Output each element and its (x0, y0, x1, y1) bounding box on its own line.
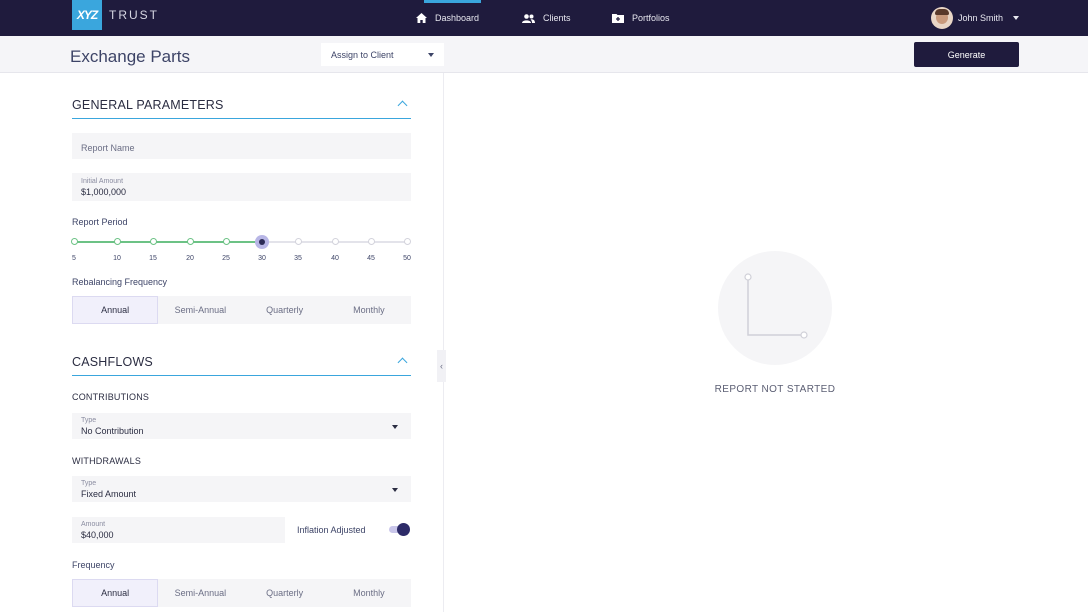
chevron-down-icon (428, 53, 434, 57)
inflation-adjusted-label: Inflation Adjusted (297, 525, 366, 535)
frequency-option-monthly[interactable]: Monthly (327, 579, 411, 607)
slider-thumb[interactable] (255, 235, 269, 249)
chevron-down-icon (1013, 16, 1020, 20)
section-divider (72, 118, 411, 119)
rebalancing-option-monthly[interactable]: Monthly (327, 296, 411, 324)
general-parameters-title: GENERAL PARAMETERS (72, 98, 224, 112)
slider-tick[interactable] (114, 238, 121, 245)
withdrawals-label: WITHDRAWALS (72, 456, 142, 466)
empty-chart-illustration (718, 251, 832, 365)
slider-tick-label: 30 (258, 255, 266, 262)
slider-tick[interactable] (332, 238, 339, 245)
rebalancing-option-semi-annual[interactable]: Semi-Annual (158, 296, 242, 324)
slider-tick-label: 25 (222, 255, 230, 262)
report-status-text: REPORT NOT STARTED (714, 384, 836, 395)
logo-mark: XYZ (72, 0, 102, 30)
withdrawal-type-select[interactable]: Type Fixed Amount (72, 476, 411, 502)
home-icon (416, 13, 427, 23)
logo-text: TRUST (109, 8, 159, 22)
chevron-left-icon: ‹ (440, 361, 443, 371)
slider-tick[interactable] (295, 238, 302, 245)
nav-item-clients[interactable]: Clients (522, 0, 571, 36)
frequency-option-quarterly[interactable]: Quarterly (243, 579, 327, 607)
nav-label-portfolios: Portfolios (632, 13, 670, 23)
slider-tick-label: 10 (113, 255, 121, 262)
frequency-option-annual[interactable]: Annual (72, 579, 159, 607)
initial-amount-label: Initial Amount (81, 178, 124, 185)
frequency-option-semi-annual[interactable]: Semi-Annual (158, 579, 242, 607)
slider-tick[interactable] (404, 238, 411, 245)
empty-chart-icon (744, 273, 808, 339)
slider-tick[interactable] (368, 238, 375, 245)
slider-tick[interactable] (150, 238, 157, 245)
amount-value: $40,000 (81, 530, 114, 540)
nav-item-portfolios[interactable]: Portfolios (612, 0, 670, 36)
nav-item-dashboard[interactable]: Dashboard (416, 0, 479, 36)
withdrawal-type-label: Type (81, 480, 97, 487)
slider-tick-label: 40 (331, 255, 339, 262)
rebalancing-option-quarterly[interactable]: Quarterly (243, 296, 327, 324)
generate-button[interactable]: Generate (914, 42, 1019, 67)
toggle-knob (397, 523, 410, 536)
chevron-down-icon (392, 488, 398, 492)
contribution-type-label: Type (81, 417, 97, 424)
report-period-label: Report Period (72, 217, 128, 227)
chevron-down-icon (392, 425, 398, 429)
initial-amount-input[interactable]: Initial Amount $1,000,000 (72, 173, 411, 201)
assign-label: Assign to Client (331, 49, 394, 60)
rebalancing-option-annual[interactable]: Annual (72, 296, 159, 324)
contribution-type-select[interactable]: Type No Contribution (72, 413, 411, 439)
section-divider (72, 375, 411, 376)
rebalancing-frequency-label: Rebalancing Frequency (72, 277, 168, 287)
slider-tick-label: 15 (149, 255, 157, 262)
nav-label-dashboard: Dashboard (435, 13, 480, 23)
contributions-label: CONTRIBUTIONS (72, 392, 150, 402)
cashflows-title: CASHFLOWS (72, 355, 153, 369)
assign-to-client-dropdown[interactable]: Assign to Client (321, 43, 444, 66)
slider-tick-label: 45 (367, 255, 375, 262)
users-icon (522, 13, 535, 23)
withdrawal-amount-input[interactable]: Amount $40,000 (72, 517, 285, 543)
amount-label: Amount (81, 521, 106, 528)
top-navbar: XYZ TRUST Dashboard Clients Portfolios J… (0, 0, 1088, 36)
avatar (931, 7, 953, 29)
slider-tick[interactable] (223, 238, 230, 245)
initial-amount-value: $1,000,000 (81, 187, 127, 197)
slider-tick[interactable] (71, 238, 78, 245)
slider-fill (75, 241, 262, 243)
frequency-label: Frequency (72, 560, 115, 570)
nav-label-clients: Clients (543, 13, 571, 23)
contribution-type-value: No Contribution (81, 426, 144, 436)
slider-tick-label: 5 (72, 255, 76, 262)
collapse-panel-button[interactable]: ‹ (437, 350, 446, 382)
rebalancing-frequency-selector: Annual Semi-Annual Quarterly Monthly (72, 296, 411, 324)
page-title: Exchange Parts (70, 47, 191, 66)
slider-tick[interactable] (187, 238, 194, 245)
withdrawal-frequency-selector: Annual Semi-Annual Quarterly Monthly (72, 579, 411, 607)
inflation-adjusted-toggle[interactable] (389, 523, 410, 536)
slider-tick-label: 20 (186, 255, 194, 262)
report-name-placeholder: Report Name (81, 143, 135, 153)
folder-plus-icon (612, 13, 624, 23)
user-name: John Smith (958, 13, 1004, 23)
brand-logo[interactable]: XYZ TRUST (72, 0, 159, 30)
user-menu[interactable]: John Smith (931, 7, 1020, 29)
slider-tick-label: 50 (403, 255, 411, 262)
report-name-input[interactable]: Report Name (72, 133, 411, 159)
withdrawal-type-value: Fixed Amount (81, 489, 137, 499)
slider-tick-label: 35 (294, 255, 302, 262)
